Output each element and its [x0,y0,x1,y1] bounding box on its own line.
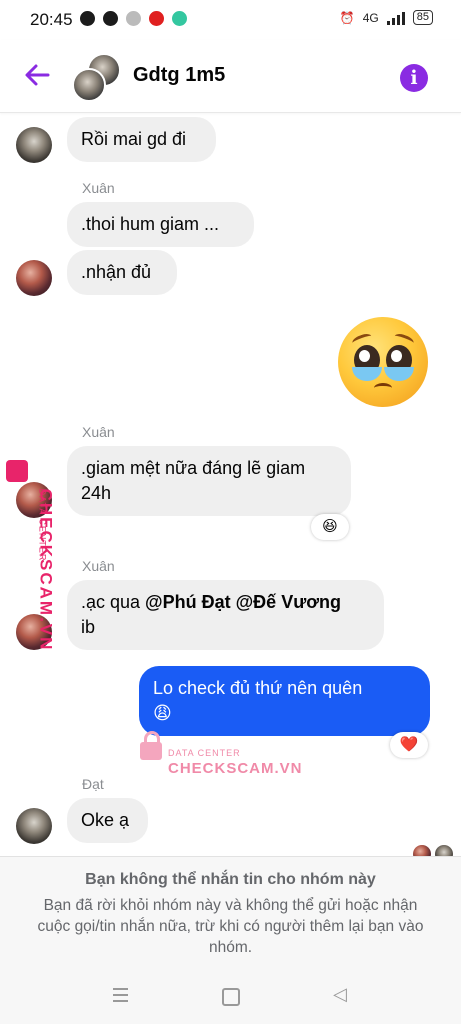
youtube-icon [149,11,164,26]
sender-name: Đạt [82,776,104,792]
cannot-message-notice: Bạn không thể nhắn tin cho nhóm này Bạn … [0,856,461,975]
info-icon[interactable]: i [400,64,428,92]
message-bubble[interactable]: .ạc qua @Phú Đạt @Đế Vương ib [67,580,384,650]
message-text-line: .giam mệt nữa đáng lẽ giam [81,458,306,478]
emoji-tear-left [352,367,382,381]
status-bar: 20:45 ⏰ 4G 85 [0,0,461,40]
messenger-icon [103,11,118,26]
alarm-icon: ⏰ [339,10,355,25]
tiktok-icon [126,11,141,26]
arrow-left-icon[interactable] [22,60,54,92]
message-bubble[interactable]: .giam mệt nữa đáng lẽ giam 24h [67,446,351,516]
message-text-line: 😩 [153,703,172,723]
message-bubble[interactable]: .thoi hum giam ... [67,202,254,247]
home-icon[interactable] [222,988,240,1006]
message-bubble[interactable]: Lo check đủ thứ nên quên 😩 [139,666,430,736]
battery-icon: 85 [412,10,433,25]
telegram-icon [80,11,95,26]
conversation-header: Gdtg 1m5 i [0,40,461,113]
emoji-mouth [374,383,392,393]
pleading-face-emoji[interactable] [338,317,428,407]
phone-icon [172,11,187,26]
sender-name: Xuân [82,424,115,440]
lock-icon [6,460,28,482]
lock-icon [140,731,162,760]
message-text-line: 24h [81,483,112,503]
reaction-badge[interactable]: ❤️ [390,732,428,758]
system-nav-bar: ◁ [0,974,461,1024]
notification-icons [80,11,187,26]
group-avatar-front [72,68,106,102]
message-bubble[interactable]: Rồi mai gd đi [67,117,216,162]
mention-link[interactable]: @Đế Vương [236,592,341,612]
avatar[interactable] [16,808,52,844]
message-text-prefix: .ạc qua [81,592,146,612]
watermark-big-text: CHECKSCAM.VN [168,760,303,777]
conversation-title[interactable]: Gdtg 1m5 [133,64,225,87]
avatar[interactable] [16,127,52,163]
status-right: ⏰ 4G 85 [340,10,433,25]
back-triangle-icon[interactable]: ◁ [333,984,347,1005]
message-bubble[interactable]: Oke ạ [67,798,148,843]
watermark-small-text: DATA CENTER [168,748,241,758]
message-text-line: Lo check đủ thứ nên quên [153,678,363,698]
emoji-tear-right [384,367,414,381]
notice-title: Bạn không thể nhắn tin cho nhóm này [85,871,376,888]
sender-name: Xuân [82,180,115,196]
avatar[interactable] [16,260,52,296]
signal-icon [386,11,405,25]
mention-link[interactable]: @Phú Đạt [145,592,231,612]
sender-name: Xuân [82,558,115,574]
network-label: 4G [362,10,379,25]
menu-icon[interactable] [113,988,128,1006]
watermark-side-text: CHECKSCAM.VN [36,488,56,652]
reaction-badge[interactable]: 😆 [311,514,349,540]
status-time: 20:45 [30,10,73,29]
notice-text: Bạn đã rời khỏi nhóm này và không thể gử… [37,897,424,956]
message-text-line: ib [81,617,96,637]
message-bubble[interactable]: .nhận đủ [67,250,177,295]
